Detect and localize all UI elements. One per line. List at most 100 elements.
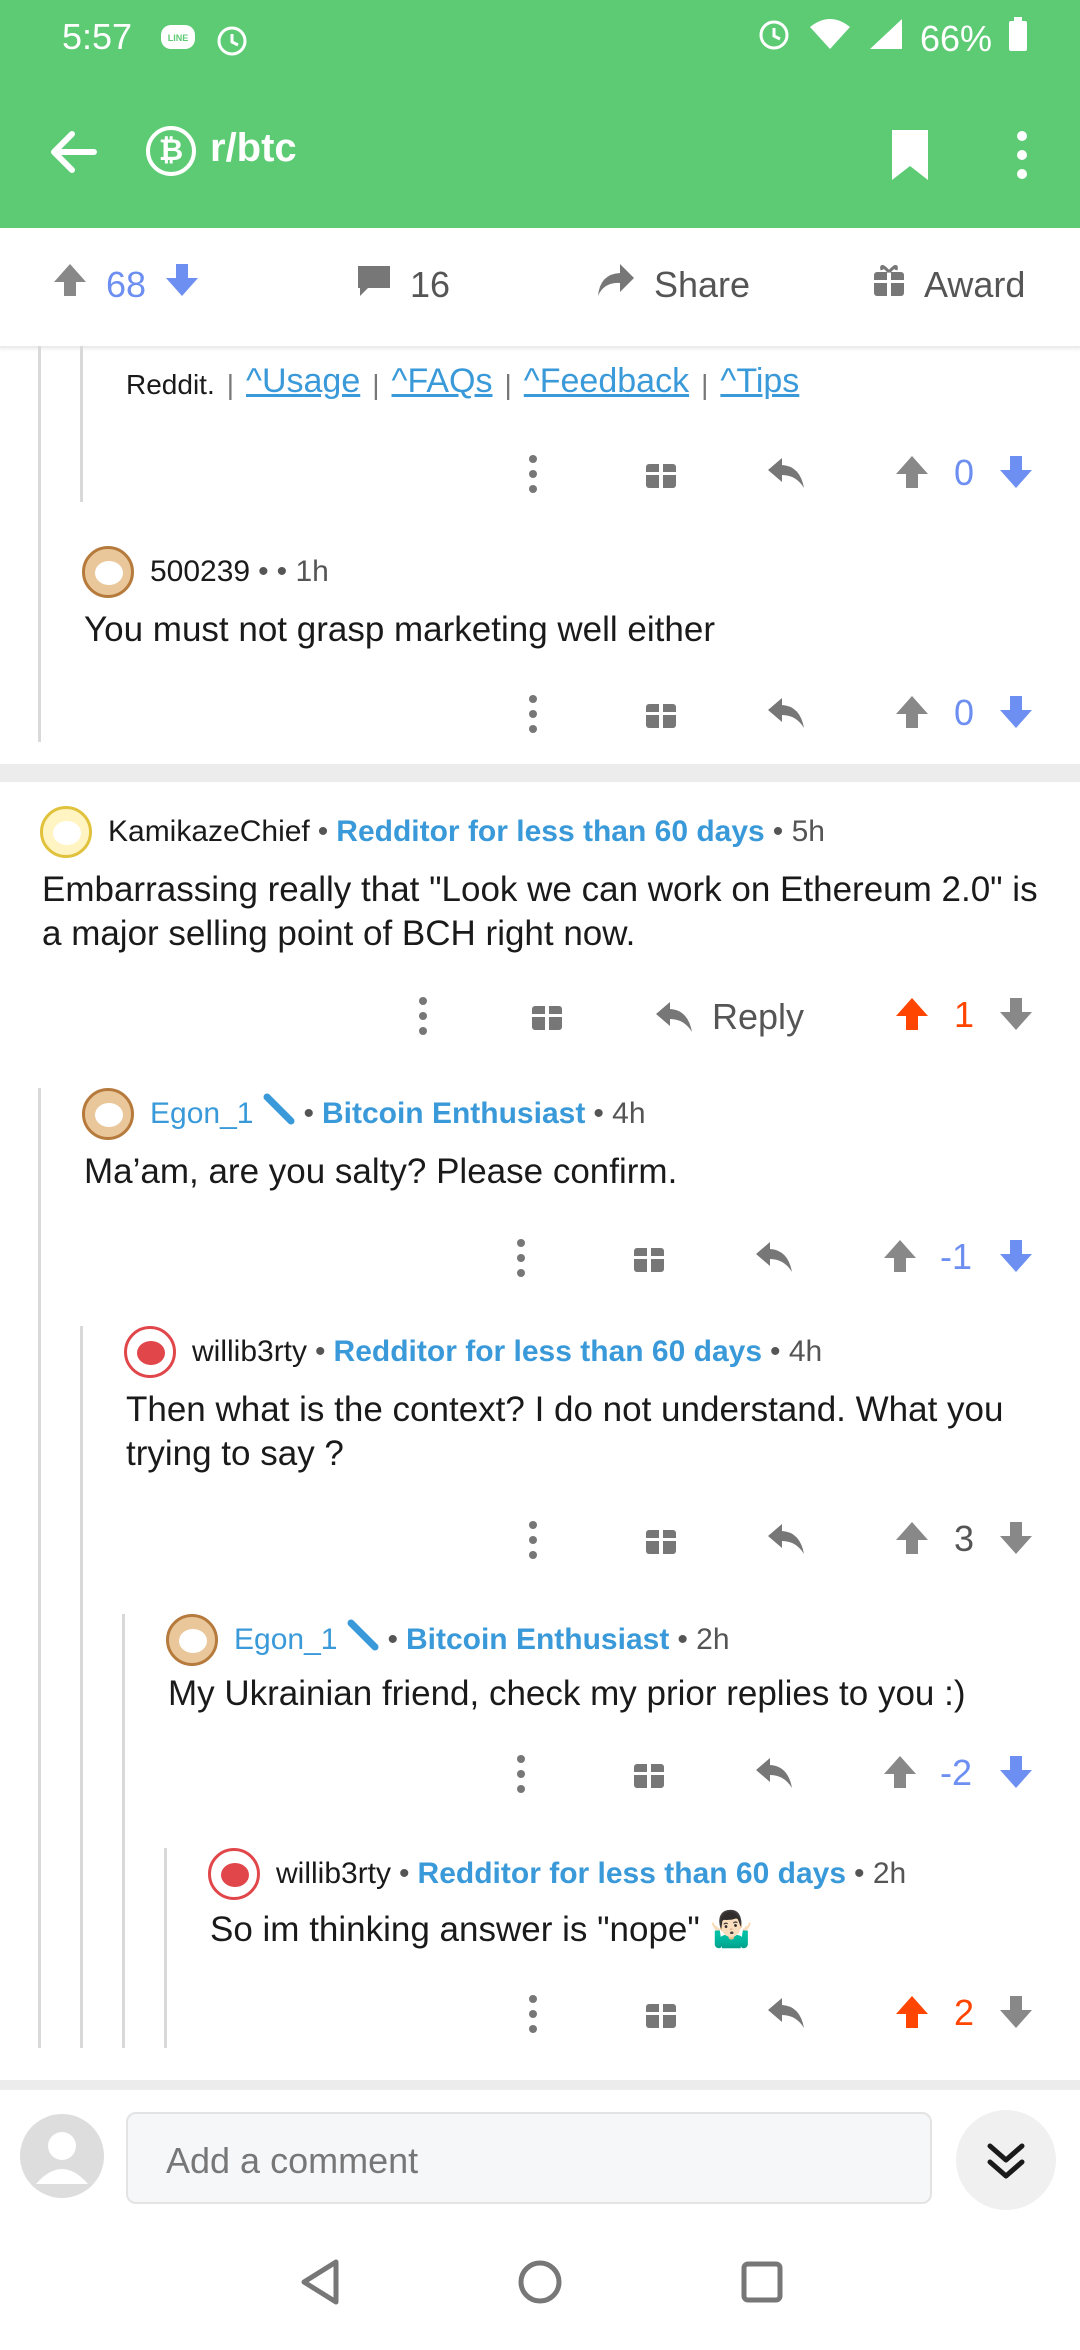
comment-author[interactable]: willib3rty (276, 1857, 391, 1891)
gift-icon[interactable] (644, 1520, 678, 1561)
more-vert-icon[interactable] (528, 1520, 538, 1565)
downvote-icon[interactable] (998, 1754, 1034, 1795)
comment-header: 500239 • • 1h (82, 546, 329, 598)
user-avatar-icon[interactable] (20, 2114, 104, 2198)
bookmark-icon[interactable] (890, 128, 930, 182)
comment-author[interactable]: KamikazeChief (108, 815, 310, 849)
avatar[interactable] (166, 1614, 218, 1666)
downvote-icon[interactable] (998, 1994, 1034, 2035)
comment-body: Then what is the context? I do not under… (126, 1390, 1004, 1473)
upvote-icon[interactable] (894, 1994, 930, 2035)
award-label: Award (924, 263, 1026, 305)
usage-link[interactable]: ^Usage (246, 362, 360, 401)
upvote-icon[interactable] (894, 454, 930, 495)
gift-icon[interactable] (644, 454, 678, 495)
user-flair: Redditor for less than 60 days (417, 1857, 846, 1890)
comment-header: willib3rty • Redditor for less than 60 d… (208, 1848, 906, 1900)
comment-author[interactable]: willib3rty (192, 1335, 307, 1369)
comment-body: My Ukrainian friend, check my prior repl… (168, 1674, 966, 1713)
avatar[interactable] (40, 806, 92, 858)
reply-icon[interactable] (766, 456, 806, 495)
tips-link[interactable]: ^Tips (720, 362, 799, 401)
more-vert-icon[interactable] (418, 996, 428, 1041)
comment-author[interactable]: 500239 (150, 555, 250, 589)
upvote-icon[interactable] (882, 1754, 918, 1795)
feedback-link[interactable]: ^Feedback (524, 362, 689, 401)
avatar[interactable] (82, 546, 134, 598)
upvote-icon[interactable] (882, 1238, 918, 1279)
more-vert-icon[interactable] (516, 1238, 526, 1283)
award-button[interactable]: Award (872, 262, 1025, 307)
app-bar: ₿ r/btc (0, 80, 1080, 228)
comment-time: • 1h (276, 555, 329, 588)
faqs-link[interactable]: ^FAQs (392, 362, 493, 401)
comment-actions: -1 (0, 1230, 1080, 1286)
more-vert-icon[interactable] (528, 1994, 538, 2039)
more-vert-icon[interactable] (516, 1754, 526, 1799)
avatar[interactable] (124, 1326, 176, 1378)
back-arrow-icon[interactable] (44, 122, 104, 182)
bitcoin-icon[interactable]: ₿ (146, 126, 196, 176)
gift-icon[interactable] (644, 694, 678, 735)
wrench-icon (345, 1619, 379, 1661)
comment-input[interactable]: Add a comment (126, 2112, 932, 2204)
downvote-icon[interactable] (998, 996, 1034, 1037)
avatar[interactable] (82, 1088, 134, 1140)
downvote-icon[interactable] (998, 1520, 1034, 1561)
reply-icon[interactable] (754, 1240, 794, 1279)
share-label: Share (654, 263, 751, 305)
subreddit-name[interactable]: r/btc (210, 126, 297, 171)
reply-icon[interactable] (754, 1756, 794, 1795)
comment-score: 2 (954, 1992, 975, 2033)
downvote-icon[interactable] (998, 694, 1034, 735)
separator-dot: • (315, 1335, 326, 1368)
nav-home-icon[interactable] (516, 2258, 564, 2311)
comment-header: Egon_1 • Bitcoin Enthusiast • 4h (82, 1088, 646, 1140)
comment-count-button[interactable]: 16 (356, 262, 450, 307)
comment-time: • 2h (677, 1623, 730, 1656)
gift-icon[interactable] (644, 1994, 678, 2035)
separator-dot: • (303, 1097, 314, 1130)
downvote-icon[interactable] (998, 454, 1034, 495)
gift-icon[interactable] (632, 1754, 666, 1795)
nav-back-icon[interactable] (298, 2258, 342, 2311)
comment-author[interactable]: Egon_1 (150, 1097, 253, 1131)
more-vert-icon[interactable] (528, 454, 538, 499)
share-button[interactable]: Share (596, 262, 750, 307)
nav-recents-icon[interactable] (740, 2260, 784, 2309)
upvote-icon[interactable] (894, 1520, 930, 1561)
reply-button[interactable]: Reply (654, 996, 804, 1038)
comment-actions: 3 (0, 1512, 1080, 1568)
upvote-icon[interactable] (894, 694, 930, 735)
more-vert-icon[interactable] (528, 694, 538, 739)
comment-score: -2 (940, 1752, 973, 1793)
reply-icon[interactable] (766, 696, 806, 735)
comment-author[interactable]: Egon_1 (234, 1623, 337, 1657)
gift-icon[interactable] (530, 996, 564, 1037)
reply-icon[interactable] (766, 1522, 806, 1561)
chevron-down-double-icon[interactable] (956, 2110, 1056, 2210)
thread-line (122, 1614, 125, 2048)
downvote-icon[interactable] (998, 1238, 1034, 1279)
comment-count: 16 (410, 263, 451, 305)
comment-score: 0 (954, 452, 975, 493)
more-vert-icon[interactable] (1014, 128, 1030, 182)
post-action-bar: 68 16 Share Award (0, 228, 1080, 348)
separator-dot: • (317, 815, 329, 848)
upvote-icon[interactable] (52, 262, 88, 307)
gift-icon[interactable] (632, 1238, 666, 1279)
post-score: 68 (106, 263, 147, 305)
comment-body: You must not grasp marketing well either (84, 610, 715, 649)
avatar[interactable] (208, 1848, 260, 1900)
reply-icon[interactable] (766, 1996, 806, 2035)
downvote-icon[interactable] (164, 262, 200, 307)
user-flair: Bitcoin Enthusiast (405, 1623, 670, 1656)
thread-line (80, 1326, 83, 2048)
comment-header: KamikazeChief • Redditor for less than 6… (40, 806, 825, 858)
user-flair: Redditor for less than 60 days (333, 1335, 762, 1368)
upvote-icon[interactable] (894, 996, 930, 1037)
battery-percent: 66% (919, 17, 992, 59)
comment-header: Egon_1 • Bitcoin Enthusiast • 2h (166, 1614, 730, 1666)
separator-dot: • (258, 555, 269, 588)
comment-header: willib3rty • Redditor for less than 60 d… (124, 1326, 822, 1378)
